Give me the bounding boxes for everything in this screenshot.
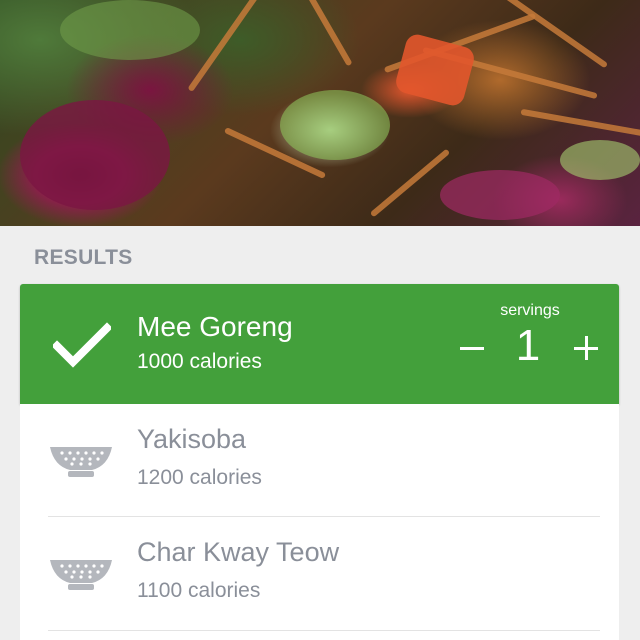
dish-name: Char Kway Teow bbox=[137, 537, 340, 567]
servings-label: servings bbox=[500, 302, 560, 319]
food-photo bbox=[0, 0, 640, 226]
selected-result-card[interactable]: Mee Goreng 1000 calories servings 1 bbox=[20, 284, 619, 404]
dish-name: Yakisoba bbox=[137, 424, 247, 454]
list-divider bbox=[48, 630, 600, 631]
selected-dish-name: Mee Goreng bbox=[137, 311, 293, 342]
increase-servings-button[interactable] bbox=[568, 328, 604, 364]
decrease-servings-button[interactable] bbox=[454, 328, 490, 364]
results-list: Yakisoba 1200 calories Char Kway Teow 11… bbox=[20, 404, 619, 640]
servings-value: 1 bbox=[515, 321, 541, 370]
colander-bowl-icon bbox=[50, 560, 112, 590]
dish-calories: 1200 calories bbox=[137, 466, 262, 489]
colander-bowl-icon bbox=[50, 447, 112, 477]
dish-calories: 1100 calories bbox=[137, 579, 261, 602]
list-item-yakisoba[interactable]: Yakisoba 1200 calories bbox=[20, 404, 619, 517]
selected-dish-calories: 1000 calories bbox=[137, 350, 262, 373]
list-item-char-kway-teow[interactable]: Char Kway Teow 1100 calories bbox=[20, 517, 619, 630]
check-icon bbox=[53, 322, 111, 368]
results-heading: RESULTS bbox=[34, 246, 133, 269]
screen: RESULTS Mee Goreng 1000 calories serving… bbox=[0, 0, 640, 640]
